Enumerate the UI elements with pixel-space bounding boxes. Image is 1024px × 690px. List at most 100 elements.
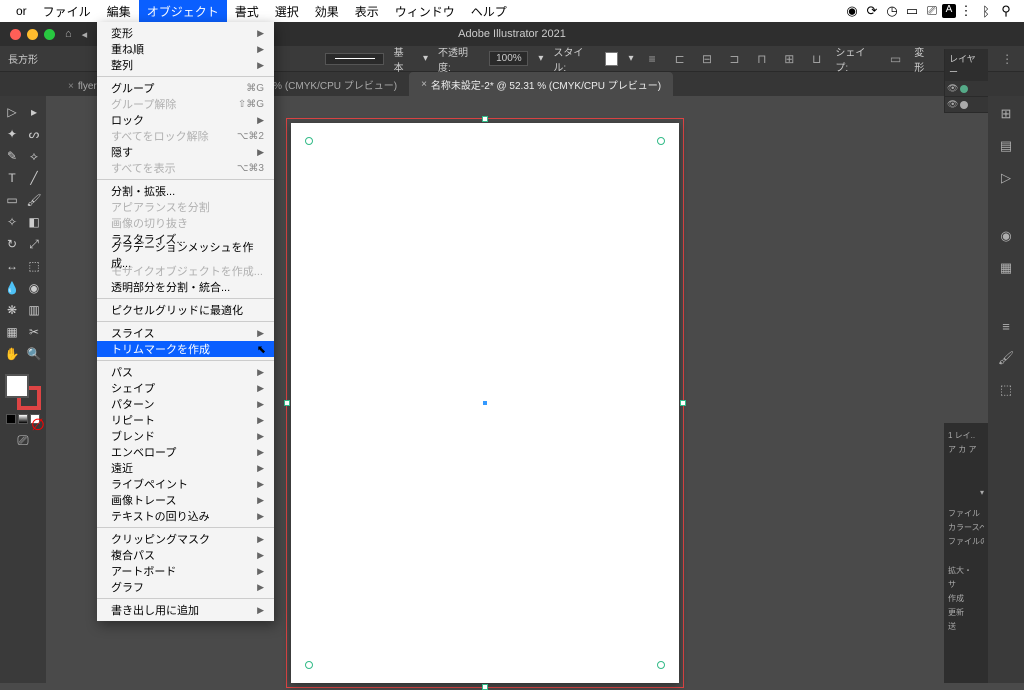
line-tool[interactable]: ╱ — [24, 168, 44, 188]
color-mode-swatches[interactable]: ∅ — [6, 414, 40, 424]
menu-select[interactable]: 選択 — [267, 0, 307, 22]
blend-tool[interactable]: ◉ — [24, 278, 44, 298]
tab-2[interactable]: ×名称未設定-2* @ 52.31 % (CMYK/CPU プレビュー) — [409, 72, 673, 96]
menu-item[interactable]: グラデーションメッシュを作成... — [97, 247, 274, 263]
zoom-button[interactable] — [44, 29, 55, 40]
menu-item[interactable]: グループ⌘G — [97, 80, 274, 96]
menu-item[interactable]: 遠近▶ — [97, 460, 274, 476]
rectangle-tool[interactable]: ▭ — [2, 190, 22, 210]
menu-item[interactable]: リピート▶ — [97, 412, 274, 428]
artboard-tool[interactable]: ▦ — [2, 322, 22, 342]
align-left-icon[interactable]: ⊏ — [671, 50, 688, 68]
play-icon[interactable]: ▷ — [994, 166, 1018, 190]
layer-row[interactable]: 👁 — [945, 81, 988, 97]
slice-tool[interactable]: ✂ — [24, 322, 44, 342]
corner-handle[interactable] — [305, 661, 313, 669]
bluetooth-icon[interactable]: ᛒ — [976, 4, 996, 19]
menu-help[interactable]: ヘルプ — [463, 0, 515, 22]
chevron-down-icon[interactable]: ▾ — [628, 53, 633, 64]
menu-file[interactable]: ファイル — [35, 0, 99, 22]
minimize-button[interactable] — [27, 29, 38, 40]
close-icon[interactable]: × — [68, 81, 74, 92]
menu-item[interactable]: 画像トレース▶ — [97, 492, 274, 508]
close-icon[interactable]: × — [421, 79, 427, 90]
screen-mode-icon[interactable]: ⎚ — [17, 432, 28, 449]
opacity-value[interactable]: 100% — [489, 51, 528, 66]
align-center-v-icon[interactable]: ⊞ — [781, 50, 798, 68]
width-tool[interactable]: ↔ — [2, 256, 22, 276]
align-bottom-icon[interactable]: ⊔ — [808, 50, 825, 68]
corner-handle[interactable] — [305, 137, 313, 145]
menu-item[interactable]: ロック▶ — [97, 112, 274, 128]
properties-icon[interactable]: ⊞ — [994, 102, 1018, 126]
libraries-icon[interactable]: ▤ — [994, 134, 1018, 158]
artboard[interactable] — [291, 123, 679, 683]
selection-tool[interactable]: ▷ — [2, 102, 22, 122]
stroke-preview[interactable] — [325, 53, 383, 65]
magic-wand-tool[interactable]: ✦ — [2, 124, 22, 144]
align-center-h-icon[interactable]: ⊟ — [698, 50, 715, 68]
menu-item[interactable]: 変形▶ — [97, 25, 274, 41]
chevron-down-icon[interactable]: ▾ — [538, 53, 543, 64]
menu-item[interactable]: 隠す▶ — [97, 144, 274, 160]
clock-icon[interactable]: ◷ — [882, 3, 902, 19]
sync-icon[interactable]: ⟳ — [862, 3, 882, 19]
direct-selection-tool[interactable]: ▸ — [24, 102, 44, 122]
menu-item[interactable]: 分割・拡張... — [97, 183, 274, 199]
shaper-tool[interactable]: ✧ — [2, 212, 22, 232]
menu-item[interactable]: 複合パス▶ — [97, 547, 274, 563]
screen-icon[interactable]: ▭ — [902, 3, 922, 19]
nav-back-icon[interactable]: ◂ — [82, 28, 88, 41]
symbol-sprayer-tool[interactable]: ❋ — [2, 300, 22, 320]
menu-item[interactable]: シェイプ▶ — [97, 380, 274, 396]
close-button[interactable] — [10, 29, 21, 40]
symbols-icon[interactable]: ⬚ — [994, 378, 1018, 402]
menu-item[interactable]: アートボード▶ — [97, 563, 274, 579]
scale-tool[interactable]: ⤢ — [24, 234, 44, 254]
menu-item[interactable]: トリムマークを作成⬉ — [97, 341, 274, 357]
menu-object[interactable]: オブジェクト — [139, 0, 227, 22]
layer-row[interactable]: 👁 — [945, 97, 988, 113]
menu-effect[interactable]: 効果 — [307, 0, 347, 22]
menu-item[interactable]: スライス▶ — [97, 325, 274, 341]
menu-window[interactable]: ウィンドウ — [387, 0, 463, 22]
align-right-icon[interactable]: ⊐ — [726, 50, 743, 68]
color-icon[interactable]: ◉ — [994, 224, 1018, 248]
menu-type[interactable]: 書式 — [227, 0, 267, 22]
cc-icon[interactable]: ◉ — [842, 3, 862, 19]
app-menu[interactable]: or — [8, 0, 35, 22]
chevron-down-icon[interactable]: ▾ — [423, 53, 428, 64]
menu-item[interactable]: パス▶ — [97, 364, 274, 380]
menu-item[interactable]: ピクセルグリッドに最適化 — [97, 302, 274, 318]
menu-item[interactable]: 書き出し用に追加▶ — [97, 602, 274, 618]
menu-item[interactable]: 重ね順▶ — [97, 41, 274, 57]
graph-tool[interactable]: ▥ — [24, 300, 44, 320]
curvature-tool[interactable]: ⟡ — [24, 146, 44, 166]
rotate-tool[interactable]: ↻ — [2, 234, 22, 254]
fill-stroke-control[interactable] — [5, 374, 41, 410]
display-icon[interactable]: ⎚ — [922, 3, 942, 19]
type-tool[interactable]: T — [2, 168, 22, 188]
eye-icon[interactable]: 👁 — [947, 99, 958, 110]
align-icon[interactable]: ≡ — [643, 50, 660, 68]
menu-item[interactable]: テキストの回り込み▶ — [97, 508, 274, 524]
wifi-icon[interactable]: ⋮ — [956, 3, 976, 19]
pen-tool[interactable]: ✎ — [2, 146, 22, 166]
transform-button[interactable]: 変形 — [914, 44, 933, 74]
menu-edit[interactable]: 編集 — [99, 0, 139, 22]
search-icon[interactable]: ⚲ — [996, 3, 1016, 19]
more-icon[interactable]: ⋮ — [998, 50, 1015, 68]
menu-item[interactable]: ライブペイント▶ — [97, 476, 274, 492]
shape-rect-icon[interactable]: ▭ — [887, 50, 904, 68]
eye-icon[interactable]: 👁 — [947, 83, 958, 94]
zoom-tool[interactable]: 🔍 — [24, 344, 44, 364]
brush-tool[interactable]: 🖌 — [24, 190, 44, 210]
free-transform-tool[interactable]: ⬚ — [24, 256, 44, 276]
panel-menu-icon[interactable]: ▾ — [948, 488, 984, 497]
eraser-tool[interactable]: ◧ — [24, 212, 44, 232]
menu-item[interactable]: エンベロープ▶ — [97, 444, 274, 460]
menu-item[interactable]: グラフ▶ — [97, 579, 274, 595]
edge-handle[interactable] — [482, 684, 488, 690]
align-top-icon[interactable]: ⊓ — [753, 50, 770, 68]
home-icon[interactable]: ⌂ — [65, 28, 72, 40]
